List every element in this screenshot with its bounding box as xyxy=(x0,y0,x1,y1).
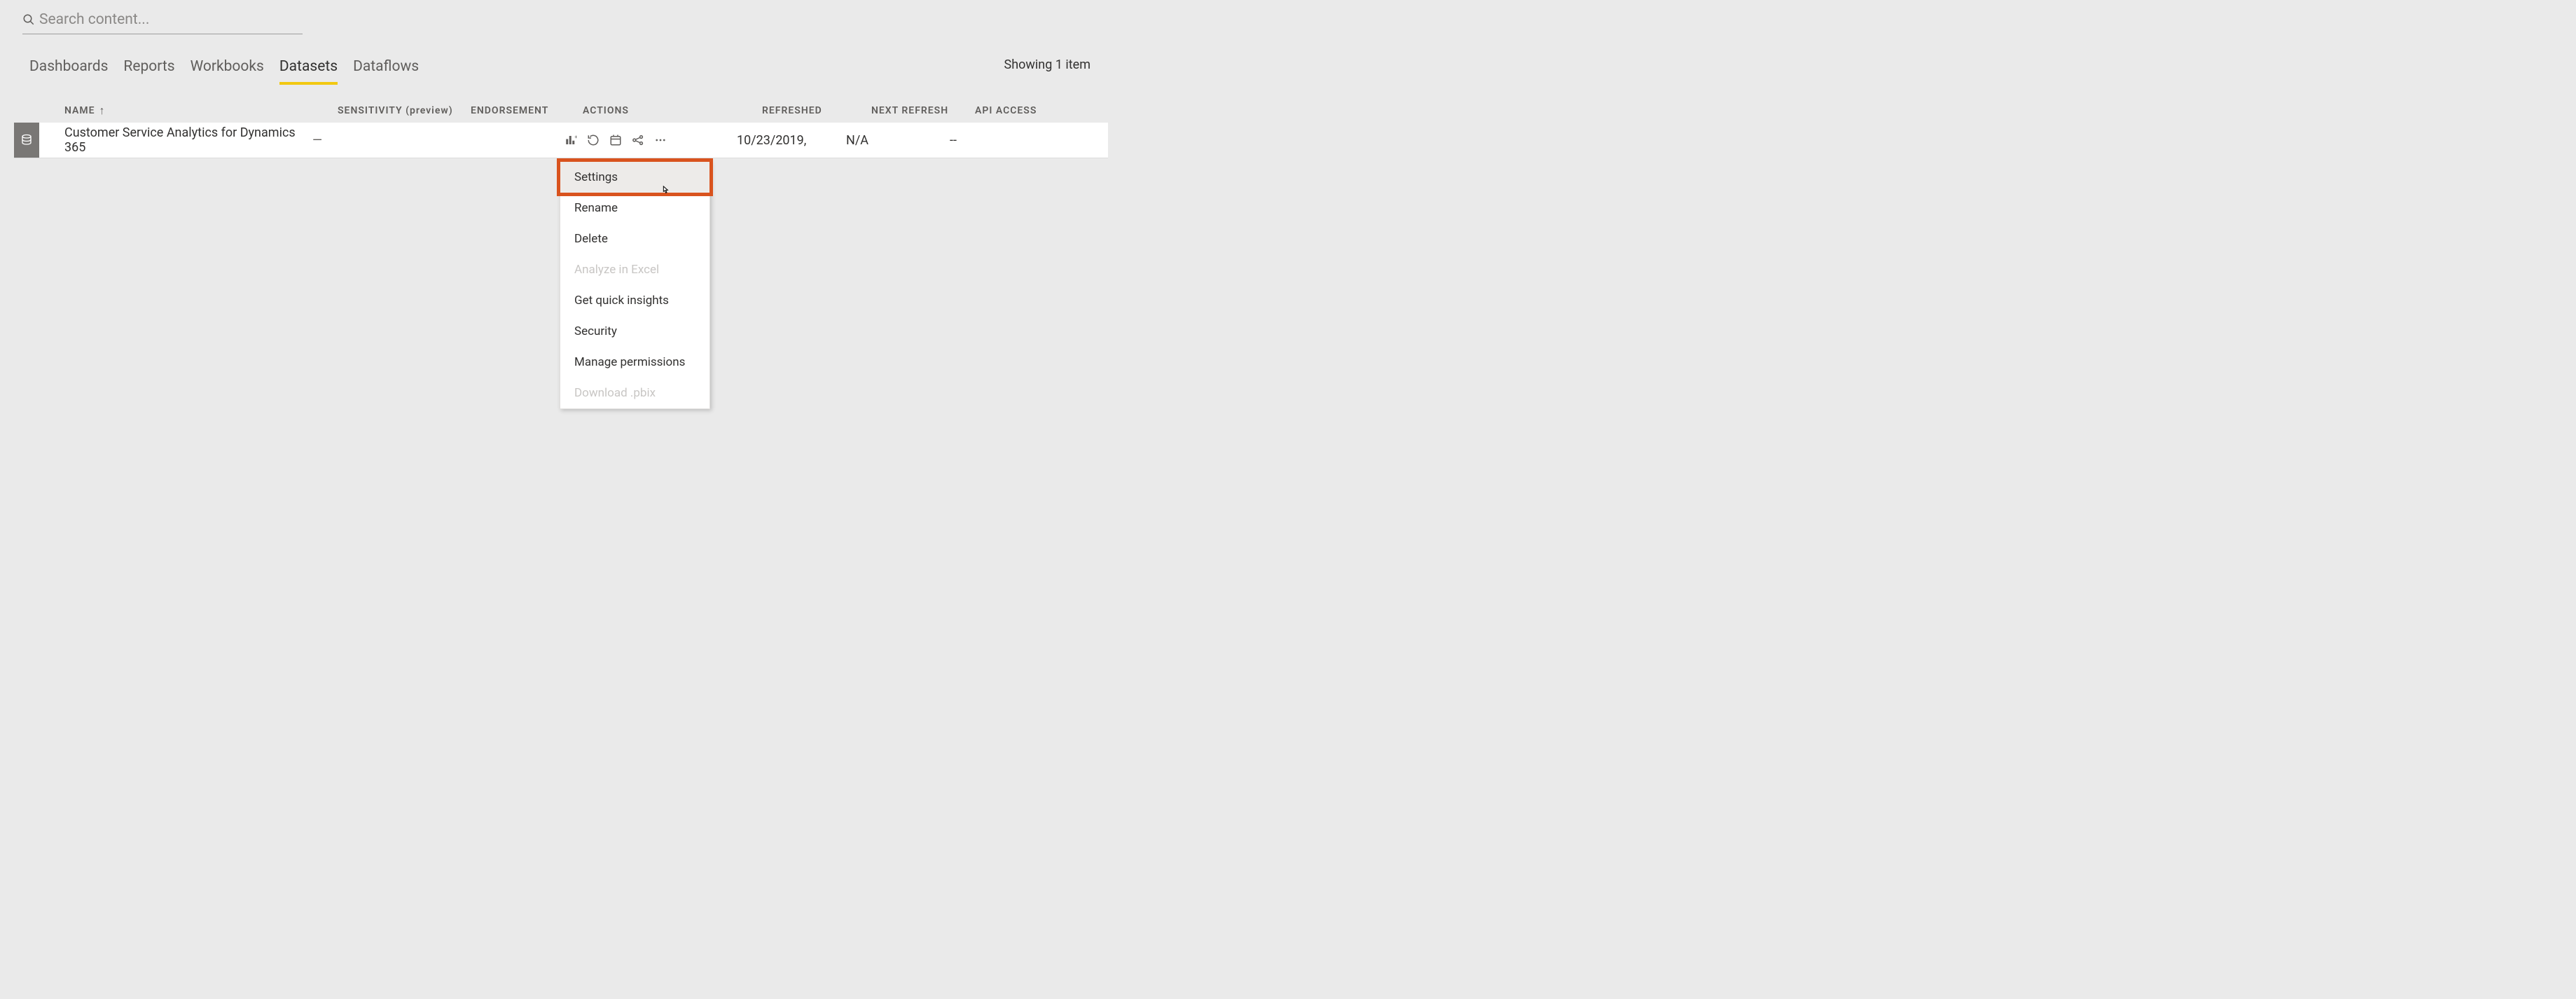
tab-reports[interactable]: Reports xyxy=(123,58,174,85)
tab-dataflows[interactable]: Dataflows xyxy=(353,58,419,85)
create-report-icon[interactable]: + xyxy=(565,134,577,146)
menu-analyze-in-excel: Analyze in Excel xyxy=(560,254,709,285)
table-header: NAME ↑ SENSITIVITY (preview) ENDORSEMENT… xyxy=(14,99,1108,123)
column-api-access[interactable]: API ACCESS xyxy=(975,105,1045,116)
menu-security[interactable]: Security xyxy=(560,316,709,347)
dataset-type-badge xyxy=(14,123,39,158)
item-count: Showing 1 item xyxy=(1004,57,1090,72)
pointer-cursor-icon xyxy=(660,184,671,198)
column-actions: ACTIONS xyxy=(583,105,762,116)
view-related-icon[interactable] xyxy=(632,134,644,146)
menu-settings[interactable]: Settings xyxy=(560,162,709,193)
table-row[interactable]: Customer Service Analytics for Dynamics … xyxy=(14,123,1108,158)
workspace-content: Showing 1 item Dashboards Reports Workbo… xyxy=(14,8,1108,158)
tab-datasets[interactable]: Datasets xyxy=(279,58,338,85)
menu-delete[interactable]: Delete xyxy=(560,223,709,254)
sort-asc-icon: ↑ xyxy=(99,104,106,118)
svg-text:+: + xyxy=(574,134,577,140)
column-refreshed[interactable]: REFRESHED xyxy=(762,105,871,116)
content-tabs: Dashboards Reports Workbooks Datasets Da… xyxy=(29,58,1108,85)
column-endorsement[interactable]: ENDORSEMENT xyxy=(471,105,583,116)
menu-quick-insights[interactable]: Get quick insights xyxy=(560,285,709,316)
tab-workbooks[interactable]: Workbooks xyxy=(191,58,264,85)
column-next-refresh[interactable]: NEXT REFRESH xyxy=(871,105,975,116)
column-name-label: NAME xyxy=(64,105,95,116)
refresh-now-icon[interactable] xyxy=(587,134,600,146)
database-icon xyxy=(20,134,33,146)
more-options-icon[interactable] xyxy=(654,134,667,146)
search-box[interactable] xyxy=(22,8,303,34)
search-icon xyxy=(22,13,35,26)
row-name[interactable]: Customer Service Analytics for Dynamics … xyxy=(64,125,312,155)
tab-dashboards[interactable]: Dashboards xyxy=(29,58,108,85)
row-api-access: -- xyxy=(950,133,1020,148)
row-refreshed: 10/23/2019, xyxy=(737,133,846,148)
column-name[interactable]: NAME ↑ xyxy=(64,104,338,118)
dataset-context-menu: Settings Rename Delete Analyze in Excel … xyxy=(560,161,710,409)
row-next-refresh: N/A xyxy=(846,133,950,148)
menu-rename[interactable]: Rename xyxy=(560,193,709,223)
search-input[interactable] xyxy=(35,10,303,29)
row-actions: + xyxy=(558,134,737,146)
menu-download-pbix: Download .pbix xyxy=(560,378,709,408)
column-sensitivity[interactable]: SENSITIVITY (preview) xyxy=(338,105,471,116)
menu-manage-permissions[interactable]: Manage permissions xyxy=(560,347,709,378)
schedule-refresh-icon[interactable] xyxy=(609,134,622,146)
row-sensitivity: — xyxy=(312,133,445,148)
